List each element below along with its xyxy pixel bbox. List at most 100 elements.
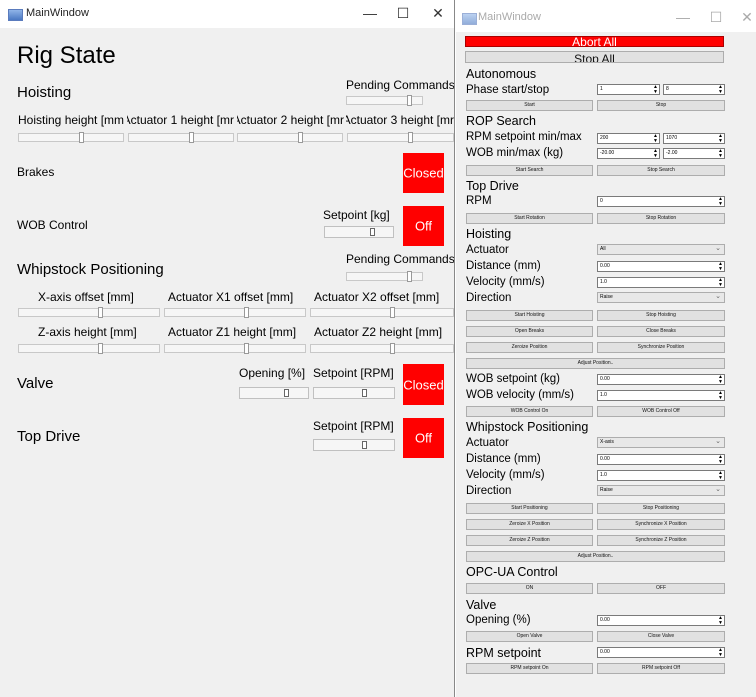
opc-on-button[interactable]: ON (466, 583, 593, 594)
rpm-max-spinbox[interactable]: 1070 ▲ ▼ (663, 133, 725, 144)
spin-arrows-icon[interactable]: ▲ ▼ (718, 134, 723, 143)
field-thumb[interactable] (362, 441, 367, 449)
spin-arrows-icon[interactable]: ▲ ▼ (718, 149, 723, 158)
actuator-z2-height-slider[interactable] (310, 343, 454, 354)
zeroize-z-button[interactable]: Zeroize Z Position (466, 535, 593, 546)
actuator3-height-slider[interactable] (347, 132, 454, 143)
close-brakes-button[interactable]: Close Breaks (597, 326, 725, 337)
spin-arrows-icon[interactable]: ▲ ▼ (718, 85, 723, 94)
maximize-icon[interactable]: ☐ (393, 4, 413, 22)
wob-setpoint-spinbox[interactable]: 0.00 ▲ ▼ (597, 374, 725, 385)
opc-off-button[interactable]: OFF (597, 583, 725, 594)
slider-thumb[interactable] (298, 132, 303, 143)
spin-arrows-icon[interactable]: ▲ ▼ (718, 278, 723, 287)
chevron-down-icon[interactable]: ⌄ (715, 485, 721, 494)
actuator2-height-slider[interactable] (237, 132, 343, 143)
valve-setpoint-field[interactable] (313, 387, 395, 399)
synchronize-z-button[interactable]: Synchronize Z Position (597, 535, 725, 546)
rpm-setpoint-off-button[interactable]: RPM setpoint Off (597, 663, 725, 674)
wob-velocity-spinbox[interactable]: 1.0 ▲ ▼ (597, 390, 725, 401)
slider-thumb[interactable] (390, 343, 395, 354)
distance-spinbox[interactable]: 0.00 ▲ ▼ (597, 261, 725, 272)
phase-stop-spinbox[interactable]: 8 ▲ ▼ (663, 84, 725, 95)
start-search-button[interactable]: Start Search (466, 165, 593, 176)
zeroize-x-button[interactable]: Zeroize X Position (466, 519, 593, 530)
abort-all-button[interactable]: Abort All (465, 36, 724, 48)
rpm-min-spinbox[interactable]: 200 ▲ ▼ (597, 133, 660, 144)
synchronize-x-button[interactable]: Synchronize X Position (597, 519, 725, 530)
field-thumb[interactable] (362, 389, 367, 397)
hoisting-height-slider[interactable] (18, 132, 124, 143)
close-icon[interactable]: ✕ (737, 8, 756, 26)
start-hoisting-button[interactable]: Start Hoisting (466, 310, 593, 321)
slider-thumb[interactable] (79, 132, 84, 143)
spin-arrows-icon[interactable]: ▲ ▼ (718, 391, 723, 400)
whipstock-velocity-spinbox[interactable]: 1.0 ▲ ▼ (597, 470, 725, 481)
autonomous-start-button[interactable]: Start (466, 100, 593, 111)
spin-arrows-icon[interactable]: ▲ ▼ (718, 648, 723, 657)
slider-thumb[interactable] (244, 307, 249, 318)
rpm-setpoint-spinbox[interactable]: 0.00 ▲ ▼ (597, 647, 725, 658)
open-brakes-button[interactable]: Open Breaks (466, 326, 593, 337)
spin-arrows-icon[interactable]: ▲ ▼ (653, 134, 658, 143)
z-axis-height-slider[interactable] (18, 343, 160, 354)
spin-arrows-icon[interactable]: ▲ ▼ (653, 149, 658, 158)
field-thumb[interactable] (284, 389, 289, 397)
minimize-icon[interactable]: — (360, 4, 380, 22)
velocity-spinbox[interactable]: 1.0 ▲ ▼ (597, 277, 725, 288)
direction-select[interactable]: Raise ⌄ (597, 292, 725, 303)
actuator-x1-offset-slider[interactable] (164, 307, 306, 318)
chevron-down-icon[interactable]: ⌄ (715, 244, 721, 253)
whipstock-pending-slider[interactable] (346, 271, 423, 282)
slider-thumb[interactable] (98, 343, 103, 354)
spin-arrows-icon[interactable]: ▲ ▼ (718, 375, 723, 384)
whipstock-adjust-position-button[interactable]: Adjust Position.. (466, 551, 725, 562)
spin-arrows-icon[interactable]: ▲ ▼ (718, 197, 723, 206)
start-positioning-button[interactable]: Start Positioning (466, 503, 593, 514)
opening-spinbox[interactable]: 0.00 ▲ ▼ (597, 615, 725, 626)
slider-thumb[interactable] (407, 95, 412, 106)
valve-opening-field[interactable] (239, 387, 309, 399)
wob-max-spinbox[interactable]: -2.00 ▲ ▼ (663, 148, 725, 159)
open-valve-button[interactable]: Open Valve (466, 631, 593, 642)
slider-thumb[interactable] (98, 307, 103, 318)
actuator-z1-height-slider[interactable] (164, 343, 306, 354)
close-valve-button[interactable]: Close Valve (597, 631, 725, 642)
stop-search-button[interactable]: Stop Search (597, 165, 725, 176)
field-thumb[interactable] (370, 228, 375, 236)
wob-min-spinbox[interactable]: -20.00 ▲ ▼ (597, 148, 660, 159)
pending-commands-slider[interactable] (346, 95, 423, 106)
autonomous-stop-button[interactable]: Stop (597, 100, 725, 111)
rpm-setpoint-on-button[interactable]: RPM setpoint On (466, 663, 593, 674)
spin-arrows-icon[interactable]: ▲ ▼ (718, 455, 723, 464)
maximize-icon[interactable]: ☐ (706, 8, 726, 26)
chevron-down-icon[interactable]: ⌄ (715, 292, 721, 301)
actuator1-height-slider[interactable] (128, 132, 234, 143)
chevron-down-icon[interactable]: ⌄ (715, 437, 721, 446)
stop-all-button[interactable]: Stop All (465, 51, 724, 63)
spin-arrows-icon[interactable]: ▲ ▼ (718, 471, 723, 480)
stop-hoisting-button[interactable]: Stop Hoisting (597, 310, 725, 321)
whipstock-distance-spinbox[interactable]: 0.00 ▲ ▼ (597, 454, 725, 465)
actuator-select[interactable]: All ⌄ (597, 244, 725, 255)
x-axis-offset-slider[interactable] (18, 307, 160, 318)
phase-start-spinbox[interactable]: 1 ▲ ▼ (597, 84, 660, 95)
wob-control-on-button[interactable]: WOB Control On (466, 406, 593, 417)
stop-rotation-button[interactable]: Stop Rotation (597, 213, 725, 224)
minimize-icon[interactable]: — (673, 8, 693, 26)
top-drive-setpoint-field[interactable] (313, 439, 395, 451)
actuator-x2-offset-slider[interactable] (310, 307, 454, 318)
spin-arrows-icon[interactable]: ▲ ▼ (653, 85, 658, 94)
synchronize-position-button[interactable]: Synchronize Position (597, 342, 725, 353)
spin-arrows-icon[interactable]: ▲ ▼ (718, 262, 723, 271)
rpm-spinbox[interactable]: 0 ▲ ▼ (597, 196, 725, 207)
adjust-position-button[interactable]: Adjust Position.. (466, 358, 725, 369)
wob-setpoint-field[interactable] (324, 226, 394, 238)
stop-positioning-button[interactable]: Stop Positioning (597, 503, 725, 514)
whipstock-direction-select[interactable]: Raise ⌄ (597, 485, 725, 496)
close-icon[interactable]: ✕ (428, 4, 448, 22)
wob-control-off-button[interactable]: WOB Control Off (597, 406, 725, 417)
slider-thumb[interactable] (189, 132, 194, 143)
start-rotation-button[interactable]: Start Rotation (466, 213, 593, 224)
slider-thumb[interactable] (407, 271, 412, 282)
